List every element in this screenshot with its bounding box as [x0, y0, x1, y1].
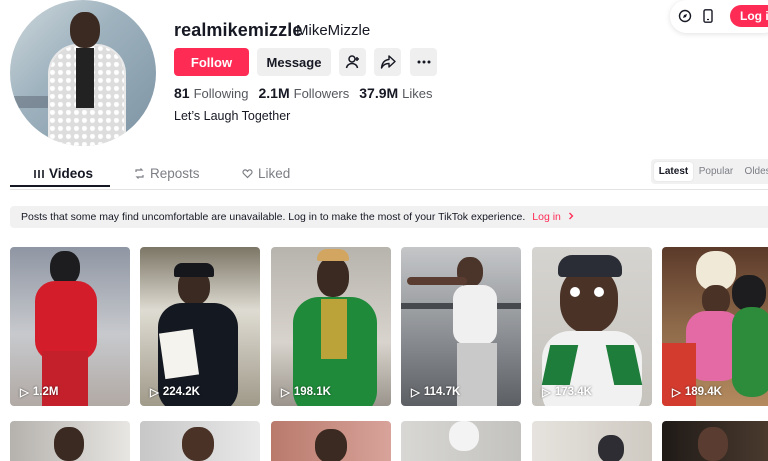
liked-icon	[242, 169, 253, 179]
login-button[interactable]: Log in	[730, 5, 768, 27]
follow-button[interactable]: Follow	[174, 48, 249, 76]
phone-icon[interactable]	[703, 9, 713, 28]
chevron-right-icon	[568, 212, 574, 220]
share-button[interactable]	[374, 48, 401, 76]
video-card[interactable]: ▷ 198.1K	[271, 247, 391, 406]
content-notice: Posts that some may find uncomfortable a…	[10, 206, 768, 228]
video-card[interactable]	[401, 421, 521, 461]
play-icon: ▷	[281, 387, 290, 399]
play-icon: ▷	[150, 387, 159, 399]
video-views: ▷ 189.4K	[672, 386, 722, 399]
video-card[interactable]	[10, 421, 130, 461]
video-card[interactable]: ▷ 1.2M	[10, 247, 130, 406]
followers-stat[interactable]: 2.1M Followers	[259, 85, 350, 101]
profile-username: realmikemizzle	[174, 20, 303, 40]
video-views: ▷ 114.7K	[411, 386, 461, 399]
video-card[interactable]: ▷ 224.2K	[140, 247, 260, 406]
tab-liked[interactable]: Liked	[242, 166, 290, 181]
notice-text: Posts that some may find uncomfortable a…	[21, 211, 526, 223]
profile-nickname: MikeMizzle	[296, 22, 371, 39]
profile-avatar	[10, 0, 156, 146]
video-views: ▷ 198.1K	[281, 386, 331, 399]
video-card[interactable]	[140, 421, 260, 461]
likes-stat: 37.9M Likes	[359, 85, 433, 101]
share-icon	[380, 55, 396, 69]
profile-stats: 81 Following 2.1M Followers 37.9M Likes	[174, 85, 433, 101]
sort-popular[interactable]: Popular	[695, 162, 737, 181]
tab-reposts[interactable]: Reposts	[134, 166, 200, 181]
play-icon: ▷	[20, 387, 29, 399]
video-card[interactable]	[271, 421, 391, 461]
notice-login-link[interactable]: Log in	[532, 211, 575, 223]
suggested-accounts-button[interactable]	[339, 48, 366, 76]
tab-videos[interactable]: Videos	[34, 166, 93, 181]
play-icon: ▷	[542, 387, 551, 399]
sort-latest[interactable]: Latest	[654, 162, 693, 181]
video-views: ▷ 1.2M	[20, 386, 59, 399]
video-card[interactable]: ▷ 173.4K	[532, 247, 652, 406]
active-tab-indicator	[10, 185, 110, 187]
repost-icon	[135, 168, 144, 179]
message-button[interactable]: Message	[257, 48, 331, 76]
profile-bio: Let’s Laugh Together	[174, 109, 291, 123]
compass-icon[interactable]	[678, 9, 692, 28]
following-stat[interactable]: 81 Following	[174, 85, 249, 101]
sort-oldest[interactable]: Oldest	[739, 162, 768, 181]
more-icon	[417, 60, 430, 64]
video-views: ▷ 224.2K	[150, 386, 200, 399]
add-friend-icon	[345, 55, 359, 69]
sort-toggle: Latest Popular Oldest	[651, 159, 768, 184]
video-card[interactable]	[532, 421, 652, 461]
grid-icon	[34, 169, 44, 178]
video-views: ▷ 173.4K	[542, 386, 592, 399]
play-icon: ▷	[411, 387, 420, 399]
video-card[interactable]	[662, 421, 768, 461]
video-card[interactable]: ▷ 189.4K	[662, 247, 768, 406]
video-card[interactable]: ▷ 114.7K	[401, 247, 521, 406]
more-button[interactable]	[410, 48, 437, 76]
play-icon: ▷	[672, 387, 681, 399]
